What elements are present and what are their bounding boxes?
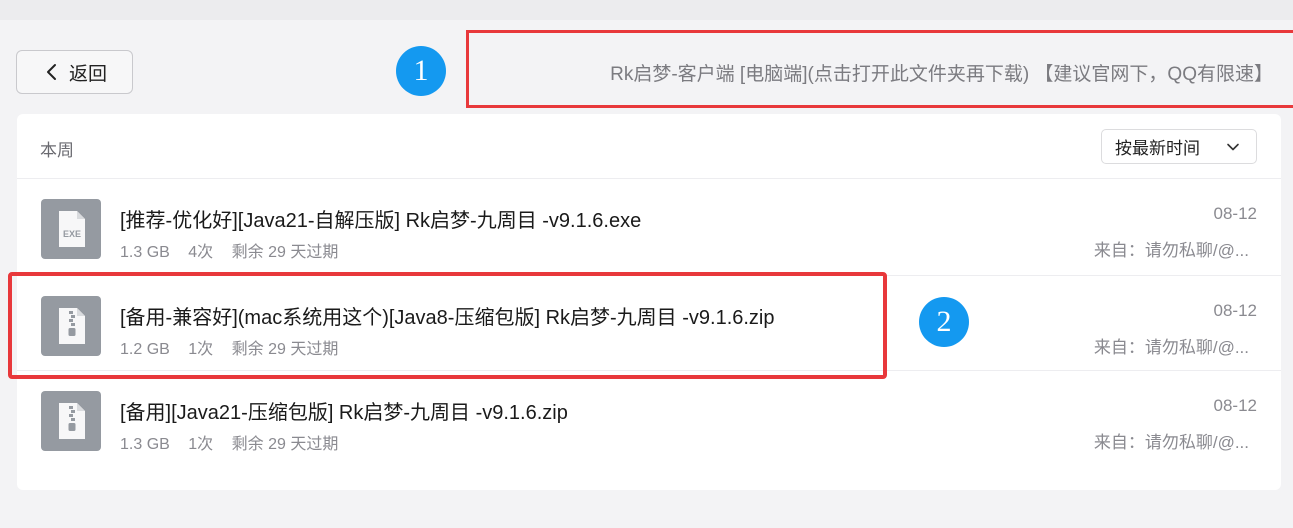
file-source: 来自：请勿私聊/@... [1093, 241, 1249, 260]
exe-icon-text: EXE [63, 229, 81, 239]
annotation-badge-1: 1 [396, 46, 446, 96]
file-meta: 1.2 GB 1次 剩余 29 天过期 [120, 335, 352, 359]
file-size: 1.3 GB [120, 244, 170, 261]
zip-file-icon [41, 296, 101, 356]
file-row[interactable]: [备用][Java21-压缩包版] Rk启梦-九周目 -v9.1.6.zip 1… [17, 370, 1281, 465]
chevron-down-icon [1227, 143, 1239, 151]
file-size: 1.2 GB [120, 341, 170, 358]
file-source: 来自：请勿私聊/@... [1093, 433, 1249, 452]
file-date: 08-12 [1213, 396, 1257, 415]
download-count: 1次 [188, 436, 214, 453]
back-button-label: 返回 [69, 63, 108, 85]
back-button[interactable]: 返回 [16, 50, 133, 94]
folder-title: Rk启梦-客户端 [电脑端](点击打开此文件夹再下载) 【建议官网下，QQ有限速… [610, 64, 1273, 85]
file-row[interactable]: [备用-兼容好](mac系统用这个)[Java8-压缩包版] Rk启梦-九周目 … [17, 275, 1281, 370]
sort-dropdown[interactable]: 按最新时间 [1101, 129, 1257, 164]
file-meta: 1.3 GB 4次 剩余 29 天过期 [120, 238, 352, 262]
annotation-badge-2: 2 [919, 297, 969, 347]
chevron-left-icon [47, 64, 56, 80]
download-count: 1次 [188, 341, 214, 358]
top-bar [0, 0, 1293, 20]
file-row[interactable]: EXE [推荐-优化好][Java21-自解压版] Rk启梦-九周目 -v9.1… [17, 178, 1281, 273]
zip-file-icon [41, 391, 101, 451]
file-date: 08-12 [1213, 301, 1257, 320]
file-date: 08-12 [1213, 204, 1257, 223]
sort-dropdown-label: 按最新时间 [1115, 139, 1200, 158]
file-source: 来自：请勿私聊/@... [1093, 338, 1249, 357]
file-name[interactable]: [备用-兼容好](mac系统用这个)[Java8-压缩包版] Rk启梦-九周目 … [120, 301, 775, 330]
exe-file-icon: EXE [41, 199, 101, 259]
file-name[interactable]: [备用][Java21-压缩包版] Rk启梦-九周目 -v9.1.6.zip [120, 396, 568, 425]
file-name[interactable]: [推荐-优化好][Java21-自解压版] Rk启梦-九周目 -v9.1.6.e… [120, 204, 641, 233]
expiry-text: 剩余 29 天过期 [231, 244, 339, 261]
file-meta: 1.3 GB 1次 剩余 29 天过期 [120, 430, 352, 454]
group-label: 本周 [40, 141, 74, 160]
download-count: 4次 [188, 244, 214, 261]
expiry-text: 剩余 29 天过期 [231, 436, 339, 453]
expiry-text: 剩余 29 天过期 [231, 341, 339, 358]
file-size: 1.3 GB [120, 436, 170, 453]
